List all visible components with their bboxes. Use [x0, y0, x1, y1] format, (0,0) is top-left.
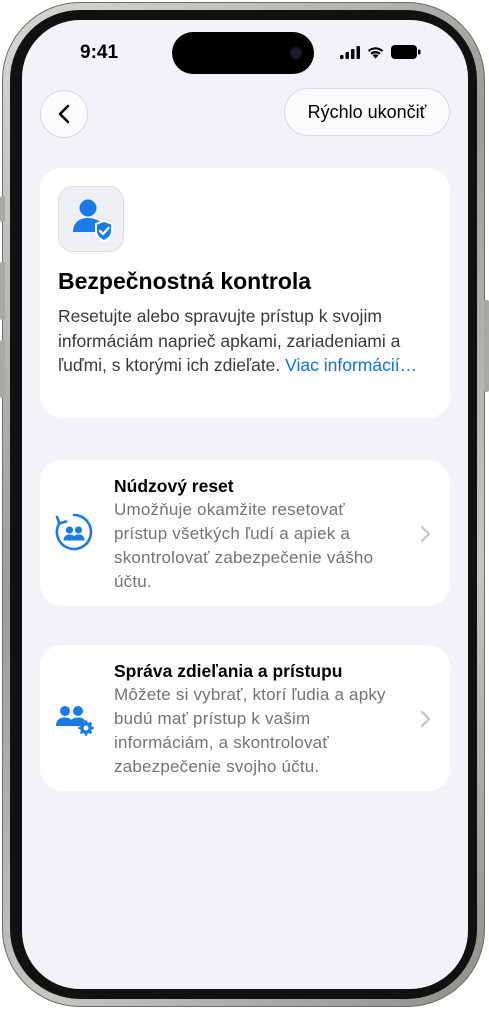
safety-check-app-icon: [58, 186, 124, 252]
header-description: Resetujte alebo spravujte prístup k svoj…: [58, 304, 438, 378]
learn-more-link[interactable]: Viac informácií…: [285, 355, 417, 375]
side-button: [484, 300, 489, 392]
safety-check-header-card: Bezpečnostná kontrola Resetujte alebo sp…: [40, 168, 450, 418]
dynamic-island: [172, 32, 314, 74]
status-time: 9:41: [80, 42, 119, 63]
battery-icon: [391, 45, 421, 59]
chevron-right-icon: [420, 525, 431, 543]
back-button[interactable]: [40, 90, 88, 138]
emergency-reset-title: Núdzový reset: [114, 476, 234, 496]
wifi-icon: [367, 47, 384, 59]
chevron-right-icon: [420, 710, 431, 728]
manage-sharing-title: Správa zdieľania a prístupu: [114, 661, 343, 681]
person-shield-icon: [73, 199, 113, 243]
emergency-reset-icon: [55, 513, 93, 551]
manage-sharing-row[interactable]: Správa zdieľania a prístupu Môžete si vy…: [40, 645, 450, 791]
cellular-signal-icon: [340, 45, 360, 59]
volume-down-button: [0, 340, 5, 398]
action-button: [0, 196, 5, 222]
page-title: Bezpečnostná kontrola: [58, 268, 312, 294]
status-icons: [340, 44, 421, 60]
camera-icon: [290, 47, 302, 59]
volume-up-button: [0, 262, 5, 320]
manage-sharing-icon: [56, 706, 94, 736]
quick-exit-button[interactable]: Rýchlo ukončiť: [284, 88, 450, 136]
screen: 9:41 Rýchlo ukončiť Bezpečnostná kontrol…: [22, 20, 468, 989]
chevron-left-icon: [58, 104, 70, 124]
manage-sharing-description: Môžete si vybrať, ktorí ľudia a apky bud…: [114, 685, 386, 776]
emergency-reset-description: Umožňuje okamžite resetovať prístup všet…: [114, 500, 374, 591]
emergency-reset-row[interactable]: Núdzový reset Umožňuje okamžite resetova…: [40, 460, 450, 606]
